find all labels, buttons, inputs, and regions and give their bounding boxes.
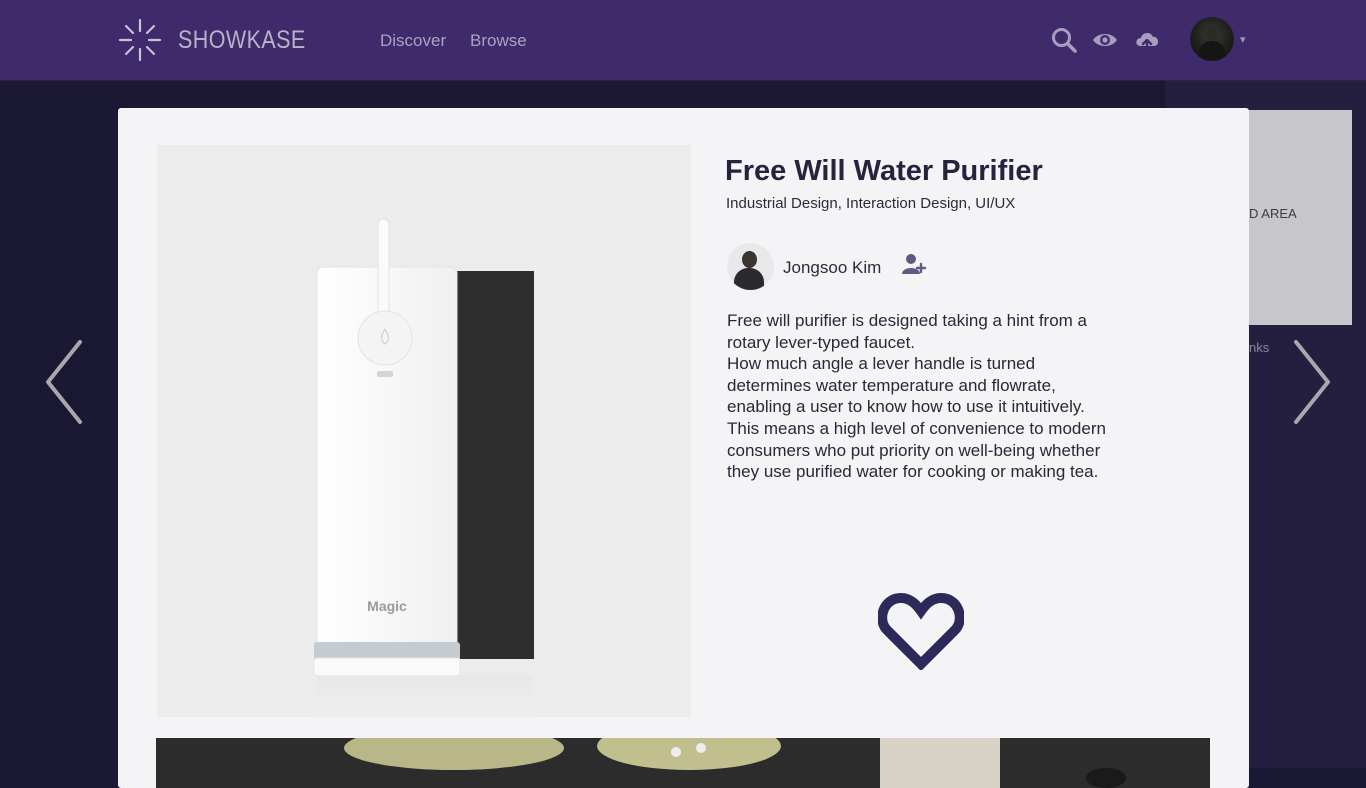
previous-arrow-icon[interactable] bbox=[44, 338, 84, 426]
author-avatar-head bbox=[742, 251, 757, 268]
chevron-down-icon[interactable]: ▾ bbox=[1240, 33, 1246, 46]
author-name[interactable]: Jongsoo Kim bbox=[783, 258, 881, 278]
user-avatar[interactable] bbox=[1190, 17, 1234, 61]
avatar-body bbox=[1199, 41, 1225, 61]
product-image[interactable]: Magic bbox=[157, 145, 691, 717]
cloud-upload-icon[interactable] bbox=[1133, 26, 1161, 54]
gallery-image-next[interactable] bbox=[156, 738, 1210, 788]
project-description: Free will purifier is designed taking a … bbox=[727, 311, 1106, 482]
author-avatar[interactable] bbox=[727, 243, 774, 290]
logo-wordmark[interactable]: SHOWKASE bbox=[178, 26, 306, 55]
eye-icon[interactable] bbox=[1091, 26, 1119, 54]
logo-icon[interactable] bbox=[117, 17, 163, 63]
project-title: Free Will Water Purifier bbox=[725, 155, 1043, 187]
heart-icon[interactable] bbox=[878, 592, 964, 670]
follow-user-icon[interactable] bbox=[901, 251, 927, 277]
next-arrow-icon[interactable] bbox=[1292, 338, 1332, 426]
nav-browse[interactable]: Browse bbox=[470, 31, 527, 51]
project-categories: Industrial Design, Interaction Design, U… bbox=[726, 195, 1016, 212]
gallery-image-preview bbox=[156, 738, 1210, 788]
top-navigation-bar: SHOWKASE Discover Browse ▾ bbox=[0, 0, 1366, 81]
peek-card-label: D AREA bbox=[1249, 206, 1297, 221]
avatar-head bbox=[1206, 27, 1218, 41]
project-detail-card: Magic Free Will Water Purifier Industria… bbox=[118, 108, 1249, 788]
peek-link[interactable]: nks bbox=[1249, 340, 1269, 355]
nav-discover[interactable]: Discover bbox=[380, 31, 446, 51]
author-avatar-body bbox=[734, 268, 764, 290]
water-purifier-illustration: Magic bbox=[157, 145, 691, 717]
product-brand-label: Magic bbox=[367, 598, 407, 614]
search-icon[interactable] bbox=[1050, 26, 1078, 54]
